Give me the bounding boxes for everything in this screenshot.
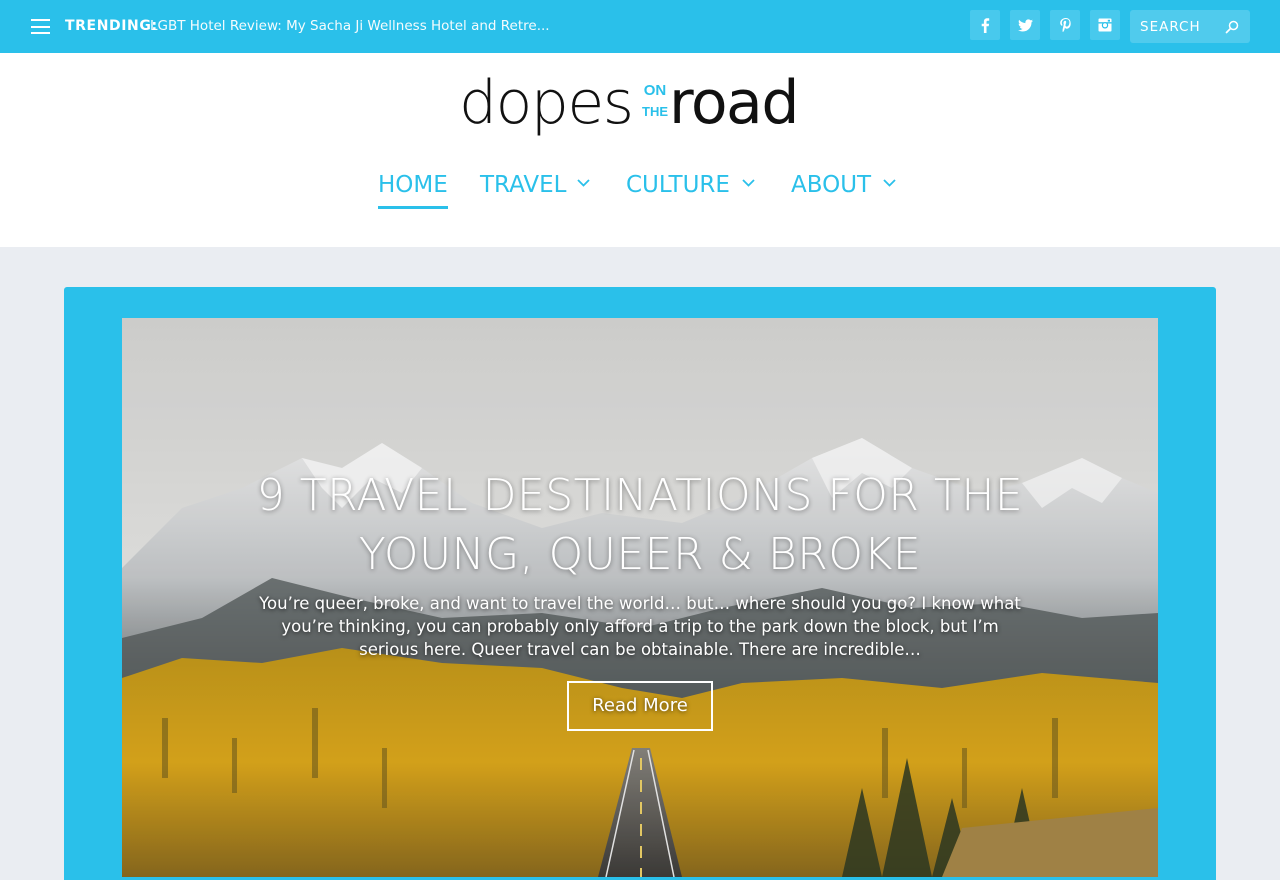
chevron-down-icon — [883, 179, 896, 187]
read-more-button[interactable]: Read More — [567, 681, 713, 731]
chevron-down-icon — [742, 179, 755, 187]
trending-article-link[interactable]: LGBT Hotel Review: My Sacha Ji Wellness … — [150, 18, 550, 35]
site-header: dopes ON THE road HOME TRAVEL CULTURE AB… — [0, 53, 1280, 247]
top-bar: TRENDING: LGBT Hotel Review: My Sacha Ji… — [0, 0, 1280, 53]
facebook-icon[interactable] — [970, 10, 1000, 40]
featured-post: 9 Travel Destinations for the Young, Que… — [122, 318, 1158, 877]
logo-on-the: ON THE — [642, 82, 668, 119]
nav-label: TRAVEL — [480, 172, 567, 198]
instagram-icon[interactable] — [1090, 10, 1120, 40]
featured-post-title[interactable]: 9 Travel Destinations for the Young, Que… — [222, 466, 1058, 584]
featured-slider: 9 Travel Destinations for the Young, Que… — [64, 287, 1216, 880]
chevron-down-icon — [577, 179, 590, 187]
trending-label: TRENDING: — [65, 18, 158, 34]
logo-text-road: road — [669, 68, 799, 138]
nav-label: ABOUT — [791, 172, 872, 198]
nav-item-culture[interactable]: CULTURE — [626, 165, 762, 209]
main-nav: HOME TRAVEL CULTURE ABOUT — [0, 165, 1280, 215]
nav-item-travel[interactable]: TRAVEL — [480, 165, 596, 209]
nav-item-home[interactable]: HOME — [378, 165, 448, 209]
nav-label: CULTURE — [626, 172, 730, 198]
featured-post-excerpt: You’re queer, broke, and want to travel … — [259, 594, 1021, 659]
search-icon[interactable] — [1225, 19, 1239, 38]
logo-text-dopes: dopes — [459, 68, 634, 138]
site-logo[interactable]: dopes ON THE road — [459, 68, 819, 147]
hamburger-menu-icon[interactable] — [31, 19, 50, 34]
nav-item-about[interactable]: ABOUT — [791, 165, 903, 209]
search-input[interactable] — [1130, 10, 1225, 43]
nav-label: HOME — [378, 172, 448, 198]
search-box — [1130, 10, 1250, 43]
pinterest-icon[interactable] — [1050, 10, 1080, 40]
twitter-icon[interactable] — [1010, 10, 1040, 40]
